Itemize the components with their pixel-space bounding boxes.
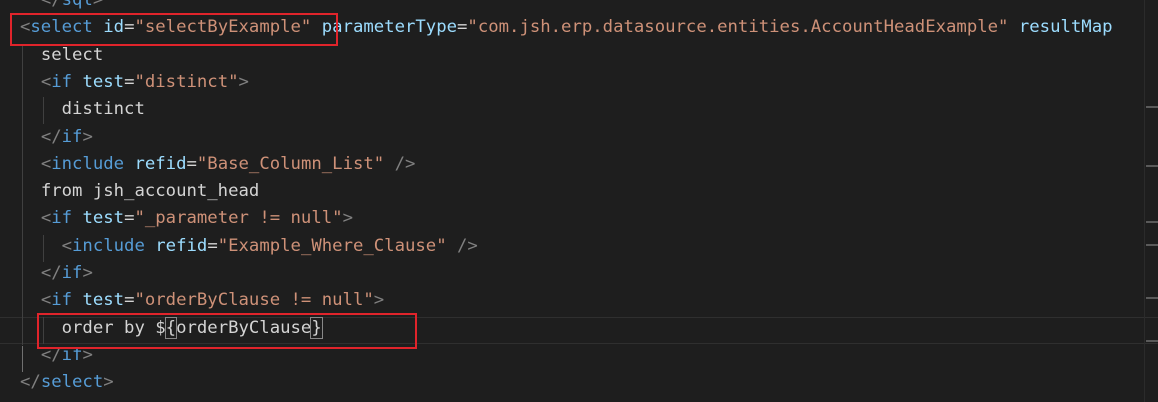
code-line[interactable]: <if test="orderByClause != null"> [20,287,1158,314]
code-line[interactable]: distinct [20,96,1158,123]
scrollbar-marker [1146,340,1158,342]
token-punctuation: /> [394,153,416,174]
code-line[interactable]: <include refid="Example_Where_Clause" /> [20,233,1158,260]
token-punctuation: < [40,290,52,311]
token-punctuation: > [373,290,385,311]
token-punctuation: /> [457,235,478,256]
token-attribute-name: test [82,71,125,92]
vertical-scrollbar[interactable] [1144,0,1158,402]
token-equals: = [124,71,135,92]
token-equals: = [124,290,135,311]
token-equals: = [457,17,468,38]
token-attribute-name: resultMap [1018,17,1113,38]
token-string-value: "orderByClause != null" [134,290,374,311]
code-line[interactable]: </if> [20,124,1158,151]
token-tag-name: if [51,71,73,92]
token-punctuation: > [92,0,104,10]
token-attribute-name: test [82,290,125,311]
token-tag-name: if [51,290,73,311]
token-text: distinct [61,99,145,120]
scrollbar-marker [1146,165,1158,167]
token-tag-name: include [51,153,125,174]
token-string-value: "Example_Where_Clause" [217,235,447,256]
code-line[interactable]: from jsh_account_head [20,178,1158,205]
scrollbar-marker [1146,106,1158,108]
token-punctuation: > [103,372,114,393]
token-punctuation: </ [40,263,62,283]
token-equals: = [186,153,197,174]
code-line[interactable]: </select> [20,369,1158,396]
token-tag-name: select [40,372,104,393]
token-equals: = [124,208,135,229]
token-punctuation: </ [40,0,62,10]
code-line[interactable]: <include refid="Base_Column_List" /> [20,151,1158,178]
scrollbar-marker [1146,221,1158,223]
token-equals: = [207,235,218,256]
token-punctuation: > [82,126,93,147]
token-punctuation: < [40,153,52,174]
token-punctuation: < [40,208,52,229]
code-editor[interactable]: </sql> <select id="selectByExample" param… [0,0,1158,402]
token-punctuation: > [238,71,249,92]
token-punctuation: </ [40,126,62,147]
token-text: select [40,44,104,65]
token-tag-name: include [72,235,145,256]
token-punctuation: > [342,208,353,229]
token-punctuation: < [40,71,52,92]
token-attribute-name: test [82,208,125,229]
code-line[interactable]: </if> [20,260,1158,287]
token-tag-name: sql [61,0,93,10]
token-string-value: "distinct" [134,71,239,92]
annotation-box-select-id [10,13,338,46]
token-string-value: "_parameter != null" [134,208,343,229]
token-tag-name: if [61,263,83,283]
code-line[interactable]: <if test="distinct"> [20,69,1158,96]
scrollbar-marker [1146,297,1158,299]
code-line[interactable]: <if test="_parameter != null"> [20,205,1158,232]
token-attribute-name: parameterType [321,17,458,38]
token-string-value: "Base_Column_List" [196,153,385,174]
token-text: from jsh_account_head [40,181,260,202]
token-tag-name: if [51,208,73,229]
token-punctuation: < [61,235,73,256]
token-attribute-name: refid [134,153,187,174]
scrollbar-marker [1146,244,1158,246]
token-string-value: "com.jsh.erp.datasource.entities.Account… [467,17,1009,38]
token-punctuation: > [82,263,93,283]
token-punctuation: </ [20,372,41,393]
token-tag-name: if [61,126,83,147]
annotation-box-order-by [37,313,417,349]
token-attribute-name: refid [155,235,208,256]
